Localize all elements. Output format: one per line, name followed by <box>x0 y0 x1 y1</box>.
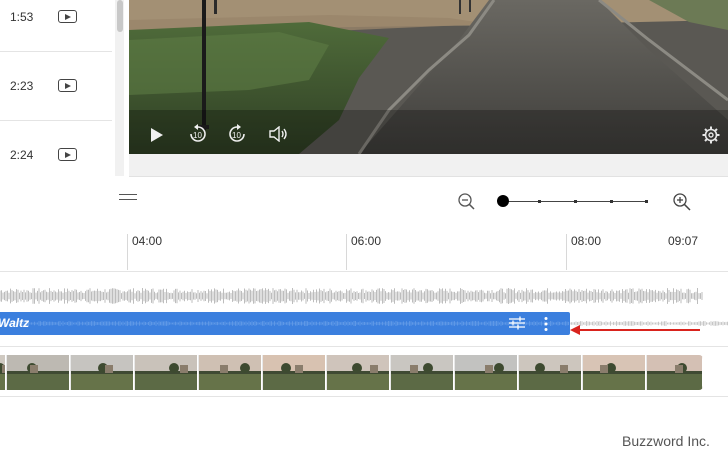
scrollbar-thumb[interactable] <box>117 0 123 32</box>
filmstrip-frame <box>0 355 6 390</box>
video-preview[interactable]: 10 10 <box>129 0 728 154</box>
track-divider <box>0 271 728 272</box>
zoom-in-icon[interactable] <box>673 193 691 211</box>
filmstrip-thumbnail <box>455 355 518 390</box>
filmstrip-frame <box>583 355 646 390</box>
filmstrip-thumbnail <box>199 355 262 390</box>
watermark-text: Buzzword Inc. <box>622 433 710 449</box>
list-item[interactable]: 2:23 <box>0 52 112 121</box>
track-divider <box>0 396 728 397</box>
audio-clip-waveform <box>0 321 569 326</box>
filmstrip-thumbnail <box>647 355 703 390</box>
editor-root: 1:53 2:23 2:24 10 10 04:00 06:00 08:00 0… <box>0 0 728 460</box>
filmstrip-frame <box>71 355 134 390</box>
filmstrip-frame <box>519 355 582 390</box>
filmstrip-thumbnail <box>71 355 134 390</box>
ruler-time-label: 08:00 <box>571 234 602 248</box>
filmstrip-frame <box>7 355 70 390</box>
youtube-icon[interactable] <box>58 79 77 92</box>
list-item[interactable]: 2:24 <box>0 121 112 189</box>
filmstrip-thumbnail <box>391 355 454 390</box>
ruler-time-label: 09:07 <box>668 234 699 248</box>
filmstrip-thumbnail <box>583 355 646 390</box>
filmstrip-thumbnail <box>327 355 390 390</box>
audio-clip[interactable]: Waltz <box>0 312 570 335</box>
filmstrip-frame <box>199 355 262 390</box>
filmstrip-frame <box>135 355 198 390</box>
drag-handle-icon[interactable] <box>119 194 137 200</box>
ruler-time-label: 06:00 <box>351 234 382 248</box>
zoom-slider-tick <box>610 200 613 203</box>
youtube-icon[interactable] <box>58 148 77 161</box>
filmstrip-frame <box>455 355 518 390</box>
zoom-slider-tick <box>645 200 648 203</box>
trim-indicator-arrow <box>570 325 700 335</box>
duration-label: 2:23 <box>10 79 34 93</box>
filmstrip-frame <box>327 355 390 390</box>
filmstrip-thumbnail <box>7 355 70 390</box>
filmstrip-thumbnail <box>135 355 198 390</box>
duration-label: 2:24 <box>10 148 34 162</box>
video-frame <box>129 0 728 154</box>
track-divider <box>0 346 728 347</box>
original-audio-waveform[interactable] <box>0 284 728 308</box>
duration-label: 1:53 <box>10 10 34 24</box>
svg-text:10: 10 <box>193 131 202 140</box>
zoom-slider-tick <box>574 200 577 203</box>
svg-text:10: 10 <box>232 131 241 140</box>
volume-icon[interactable] <box>269 126 289 142</box>
video-filmstrip[interactable] <box>0 355 703 390</box>
video-footer-strip <box>129 154 728 177</box>
filmstrip-frame <box>263 355 326 390</box>
ruler-gridline <box>346 234 347 270</box>
ruler-gridline <box>566 234 567 270</box>
play-icon[interactable] <box>150 127 164 143</box>
zoom-out-icon[interactable] <box>458 193 475 210</box>
filmstrip-frame <box>391 355 454 390</box>
zoom-slider-knob[interactable] <box>497 195 509 207</box>
forward-10-icon[interactable]: 10 <box>227 124 247 144</box>
replay-10-icon[interactable]: 10 <box>188 124 208 144</box>
media-list: 1:53 2:23 2:24 <box>0 0 112 176</box>
sliders-icon[interactable] <box>508 315 526 331</box>
audio-clip-title: Waltz <box>0 316 30 330</box>
more-vert-icon[interactable] <box>540 316 552 332</box>
youtube-icon[interactable] <box>58 10 77 23</box>
zoom-slider-tick <box>538 200 541 203</box>
list-item[interactable]: 1:53 <box>0 0 112 52</box>
filmstrip-thumbnail <box>519 355 582 390</box>
gear-icon[interactable] <box>702 126 720 144</box>
filmstrip-thumbnail <box>263 355 326 390</box>
ruler-gridline <box>127 234 128 270</box>
ruler-time-label: 04:00 <box>132 234 163 248</box>
filmstrip-thumbnail <box>0 355 6 390</box>
filmstrip-frame <box>647 355 703 390</box>
